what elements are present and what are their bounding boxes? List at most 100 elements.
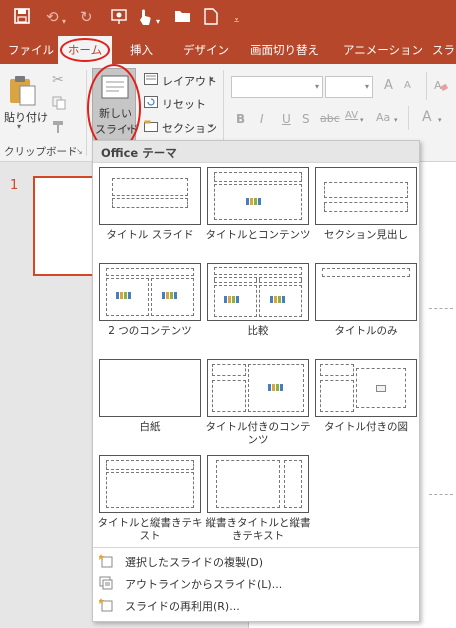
layout-content-caption[interactable]: タイトル付きのコンテンツ: [206, 359, 311, 447]
chevron-down-icon[interactable]: ▾: [210, 122, 214, 130]
layout-picture-caption[interactable]: タイトル付きの図: [315, 359, 417, 434]
layout-section-header[interactable]: セクション見出し: [315, 167, 417, 242]
layout-title-only[interactable]: タイトルのみ: [315, 263, 417, 338]
ribbon-tabs: ファイル ホーム 挿入 デザイン 画面切り替え アニメーション スライ: [0, 36, 456, 64]
menu-label: スライドの再利用(R)...: [125, 600, 240, 613]
tab-transitions[interactable]: 画面切り替え: [250, 36, 319, 64]
new-file-icon[interactable]: [204, 8, 218, 29]
chevron-down-icon[interactable]: ▾: [394, 116, 398, 124]
chevron-down-icon[interactable]: ▾: [156, 13, 160, 31]
content-icons: [116, 292, 134, 300]
layout-label: タイトルのみ: [334, 325, 398, 337]
tab-file[interactable]: ファイル: [8, 36, 54, 64]
tab-animations[interactable]: アニメーション: [343, 36, 423, 64]
content-icons: [270, 296, 288, 304]
shadow-button[interactable]: S: [302, 112, 310, 126]
content-icons: [246, 198, 264, 206]
copy-icon[interactable]: [52, 96, 66, 113]
duplicate-slide-icon: [98, 554, 113, 568]
divider: [426, 72, 427, 100]
menu-slides-from-outline[interactable]: アウトラインからスライド(L)...: [93, 573, 419, 593]
layout-button[interactable]: レイアウト: [162, 73, 217, 89]
underline-button[interactable]: U: [282, 112, 291, 126]
content-icons: [224, 296, 242, 304]
layout-label: セクション見出し: [324, 229, 408, 241]
touch-mode-icon[interactable]: [138, 8, 152, 30]
tab-slideshow[interactable]: スライ: [432, 36, 456, 64]
clipboard-group-label: クリップボード: [4, 146, 78, 158]
reuse-slides-icon: [98, 598, 113, 612]
new-slide-button[interactable]: 新しい スライド ▾: [92, 68, 139, 142]
layout-label: 縦書きタイトルと縦書きテキスト: [205, 517, 311, 542]
font-color-button[interactable]: A: [422, 109, 432, 125]
layout-label: タイトル付きの図: [324, 421, 408, 433]
slide-number: 1: [10, 178, 19, 193]
layout-label: 2 つのコンテンツ: [108, 325, 192, 337]
layout-label: タイトル スライド: [106, 229, 194, 241]
placeholder-border: [429, 308, 453, 309]
svg-text:A: A: [434, 79, 442, 92]
layout-label: タイトル付きのコンテンツ: [205, 421, 311, 446]
menu-reuse-slides[interactable]: スライドの再利用(R)...: [93, 595, 419, 615]
reset-icon[interactable]: [144, 96, 158, 111]
save-icon[interactable]: [14, 8, 30, 28]
redo-icon[interactable]: ↻: [80, 8, 93, 26]
clear-formatting-icon[interactable]: A: [434, 78, 449, 95]
strikethrough-button[interactable]: abc: [320, 112, 340, 125]
layout-label: 比較: [247, 325, 269, 337]
change-case-button[interactable]: Aa: [376, 111, 390, 124]
layout-label: タイトルと縦書きテキスト: [97, 517, 203, 542]
chevron-down-icon[interactable]: ▾: [210, 75, 214, 83]
layout-title-slide[interactable]: タイトル スライド: [99, 167, 201, 242]
tab-design[interactable]: デザイン: [183, 36, 229, 64]
tab-home[interactable]: ホーム: [58, 36, 112, 64]
layout-two-content[interactable]: 2 つのコンテンツ: [99, 263, 201, 338]
powerpoint-window: ⟲ ▾ ↻ ▾ ⩡ ファイル ホーム 挿入 デザイン 画面切り替え アニメーショ…: [0, 0, 456, 628]
paste-icon[interactable]: [8, 74, 38, 111]
tab-insert[interactable]: 挿入: [130, 36, 153, 64]
undo-icon[interactable]: ⟲: [46, 8, 59, 26]
layout-blank[interactable]: 白紙: [99, 359, 201, 434]
present-from-start-icon[interactable]: [110, 8, 128, 30]
divider: [408, 106, 409, 130]
format-painter-icon[interactable]: [52, 120, 66, 137]
layout-title-content[interactable]: タイトルとコンテンツ: [206, 167, 311, 242]
gallery-header: Office テーマ: [93, 141, 419, 163]
decrease-font-icon[interactable]: A: [404, 80, 411, 91]
italic-button[interactable]: I: [260, 112, 264, 126]
layout-label: 白紙: [139, 421, 161, 433]
section-button[interactable]: セクション: [162, 120, 217, 136]
new-slide-label-line2: スライド: [95, 123, 139, 136]
outline-icon: [99, 576, 113, 590]
picture-icon: [376, 385, 386, 392]
dialog-launcher-icon[interactable]: ↘: [76, 147, 83, 156]
menu-separator: [93, 547, 419, 548]
placeholder-border: [429, 494, 453, 495]
content-icons: [162, 292, 180, 300]
open-folder-icon[interactable]: [174, 8, 192, 28]
chevron-down-icon[interactable]: ▾: [62, 13, 66, 31]
font-size-combo[interactable]: ▾: [325, 76, 373, 98]
chevron-down-icon: ▾: [314, 82, 319, 91]
character-spacing-button[interactable]: AV: [345, 110, 358, 121]
menu-duplicate-selected-slides[interactable]: 選択したスライドの複製(D): [93, 551, 419, 571]
chevron-down-icon[interactable]: ▾: [438, 116, 442, 124]
reset-button[interactable]: リセット: [162, 96, 206, 112]
increase-font-icon[interactable]: A: [384, 78, 393, 93]
layout-icon[interactable]: [144, 73, 158, 88]
customize-qat-icon[interactable]: ⩡: [234, 12, 239, 30]
new-slide-label-line1: 新しい: [99, 107, 132, 120]
layout-label: タイトルとコンテンツ: [205, 229, 311, 241]
section-icon[interactable]: [144, 120, 158, 135]
paste-label[interactable]: 貼り付け: [4, 109, 48, 125]
layout-comparison[interactable]: 比較: [207, 263, 309, 338]
font-name-combo[interactable]: ▾: [231, 76, 323, 98]
content-icons: [268, 384, 286, 392]
new-slide-gallery: Office テーマ タイトル スライド タイトルとコンテンツ セクション見出し: [92, 140, 420, 622]
chevron-down-icon[interactable]: ▾: [17, 122, 21, 131]
cut-icon[interactable]: ✂: [52, 72, 64, 88]
layout-vertical-title-text[interactable]: 縦書きタイトルと縦書きテキスト: [206, 455, 311, 543]
layout-title-vertical-text[interactable]: タイトルと縦書きテキスト: [98, 455, 203, 543]
bold-button[interactable]: B: [236, 112, 245, 126]
chevron-down-icon[interactable]: ▾: [360, 116, 364, 124]
